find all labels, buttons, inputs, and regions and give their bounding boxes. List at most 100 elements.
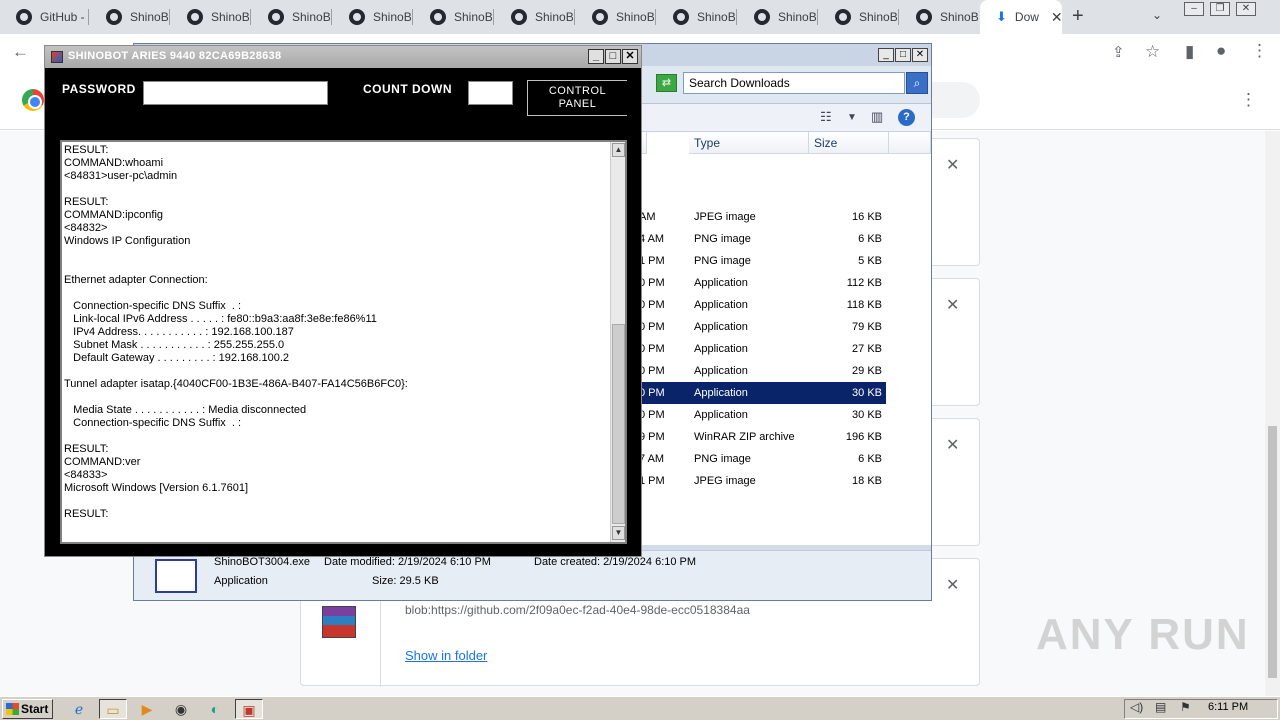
file-type: PNG image bbox=[694, 233, 751, 245]
menu-icon[interactable]: ⋮ bbox=[1251, 41, 1268, 61]
search-icon[interactable]: ⌕ bbox=[906, 72, 928, 94]
tab-search-icon[interactable]: ⌄ bbox=[1152, 8, 1162, 22]
flag-icon[interactable]: ⚑ bbox=[1180, 700, 1191, 714]
column-header-size[interactable]: Size bbox=[809, 132, 889, 154]
password-input[interactable] bbox=[143, 81, 328, 105]
tab-shinobot[interactable]: ShinoBO bbox=[900, 0, 978, 34]
scrollbar-thumb[interactable] bbox=[1268, 426, 1277, 678]
preview-pane-icon[interactable]: ▥ bbox=[871, 109, 883, 125]
github-icon bbox=[16, 9, 32, 25]
help-icon[interactable]: ? bbox=[898, 109, 915, 126]
detail-file-name: ShinoBOT3004.exe bbox=[214, 556, 311, 568]
scrollbar-thumb[interactable] bbox=[612, 324, 625, 524]
maximize-button[interactable]: □ bbox=[605, 49, 621, 64]
tab-shinobot[interactable]: ShinoBO bbox=[819, 0, 897, 34]
close-tab-icon[interactable]: ✕ bbox=[1051, 9, 1062, 26]
countdown-input[interactable] bbox=[468, 81, 513, 105]
edge-icon[interactable]: ◐ bbox=[201, 699, 229, 719]
file-size: 6 KB bbox=[858, 233, 882, 245]
new-tab-button[interactable]: + bbox=[1072, 5, 1084, 28]
command-output-console[interactable]: RESULT: COMMAND:whoami <84831>user-pc\ad… bbox=[60, 140, 627, 544]
page-scrollbar[interactable] bbox=[1265, 131, 1280, 696]
view-options-icon[interactable]: ☷ bbox=[820, 109, 832, 125]
file-date: 1 PM bbox=[639, 475, 665, 487]
share-icon[interactable]: ⇪ bbox=[1112, 43, 1125, 61]
file-size: 6 KB bbox=[858, 453, 882, 465]
console-text: RESULT: COMMAND:whoami <84831>user-pc\ad… bbox=[64, 144, 408, 520]
file-type: WinRAR ZIP archive bbox=[694, 431, 795, 443]
show-in-folder-link[interactable]: Show in folder bbox=[405, 648, 487, 663]
file-date: 0 PM bbox=[639, 409, 665, 421]
shinobot-window: SHINOBOT ARIES 9440 82CA69B28638 _ □ ✕ P… bbox=[44, 45, 642, 557]
remove-download-icon[interactable]: ✕ bbox=[946, 435, 959, 455]
remove-download-icon[interactable]: ✕ bbox=[946, 295, 959, 315]
file-type: Application bbox=[694, 277, 748, 289]
file-type: Application bbox=[694, 387, 748, 399]
winrar-file-icon bbox=[322, 606, 356, 638]
github-icon bbox=[430, 9, 446, 25]
start-button[interactable]: Start bbox=[2, 699, 53, 719]
more-options-icon[interactable]: ⋮ bbox=[1240, 90, 1257, 110]
restore-button[interactable]: ❐ bbox=[1210, 2, 1230, 16]
tab-shinobot[interactable]: ShinoBO bbox=[252, 0, 330, 34]
tab-shinobot[interactable]: ShinoBO bbox=[171, 0, 249, 34]
control-panel-button[interactable]: CONTROL PANEL bbox=[527, 80, 627, 116]
tab-shinobot[interactable]: ShinoBO bbox=[414, 0, 492, 34]
maximize-button[interactable]: □ bbox=[895, 48, 911, 62]
tab-shinobot[interactable]: ShinoBO bbox=[333, 0, 411, 34]
media-player-icon[interactable]: ▶ bbox=[133, 699, 161, 719]
back-icon[interactable]: ← bbox=[12, 42, 29, 62]
close-window-button[interactable]: ✕ bbox=[1236, 2, 1256, 16]
file-type: JPEG image bbox=[694, 211, 756, 223]
tab-shinobot[interactable]: ShinoBO bbox=[738, 0, 816, 34]
profile-icon[interactable]: ● bbox=[1216, 41, 1226, 61]
console-scrollbar[interactable]: ▲ ▼ bbox=[610, 142, 625, 542]
refresh-icon[interactable]: ⇄ bbox=[656, 74, 677, 92]
volume-icon[interactable]: ◁) bbox=[1130, 700, 1143, 714]
bookmark-star-icon[interactable]: ☆ bbox=[1145, 42, 1160, 62]
anyrun-watermark: ANY RUN bbox=[1036, 610, 1250, 659]
tab-shinobot[interactable]: ShinoBO bbox=[495, 0, 573, 34]
minimize-button[interactable]: _ bbox=[878, 48, 894, 62]
clock[interactable]: 6:11 PM bbox=[1208, 701, 1248, 713]
tab-shinobot[interactable]: ShinoBO bbox=[576, 0, 654, 34]
search-downloads-input[interactable]: Search Downloads bbox=[683, 72, 905, 94]
control-panel-label: CONTROL PANEL bbox=[548, 85, 607, 110]
chevron-down-icon[interactable]: ▼ bbox=[847, 112, 857, 123]
github-icon bbox=[673, 9, 689, 25]
explorer-icon[interactable]: ▭ bbox=[99, 699, 127, 719]
column-header-type[interactable]: Type bbox=[689, 132, 809, 154]
file-date: 0 PM bbox=[639, 387, 665, 399]
tab-shinobot[interactable]: ShinoBO bbox=[657, 0, 735, 34]
network-icon[interactable]: ▤ bbox=[1155, 700, 1166, 714]
scroll-down-icon[interactable]: ▼ bbox=[612, 526, 625, 540]
tab-github[interactable]: GitHub - bbox=[0, 0, 86, 34]
file-date: 0 PM bbox=[639, 365, 665, 377]
download-source-url[interactable]: blob:https://github.com/2f09a0ec-f2ad-40… bbox=[405, 603, 750, 617]
file-type: Application bbox=[694, 321, 748, 333]
github-icon bbox=[592, 9, 608, 25]
minimize-button[interactable]: _ bbox=[588, 49, 604, 64]
shinobot-titlebar[interactable]: SHINOBOT ARIES 9440 82CA69B28638 _ □ ✕ bbox=[45, 46, 641, 68]
desktop: GitHub - ShinoBO ShinoBO ShinoBO ShinoBO… bbox=[0, 0, 1280, 720]
remove-download-icon[interactable]: ✕ bbox=[946, 575, 959, 595]
chrome-icon[interactable]: ◉ bbox=[167, 699, 195, 719]
github-icon bbox=[268, 9, 284, 25]
minimize-button[interactable]: – bbox=[1184, 2, 1204, 16]
side-panel-icon[interactable]: ▮ bbox=[1185, 42, 1194, 62]
close-button[interactable]: ✕ bbox=[912, 48, 928, 62]
close-button[interactable]: ✕ bbox=[622, 49, 638, 64]
app-icon bbox=[51, 51, 63, 63]
tab-downloads[interactable]: ⬇ Dow ✕ bbox=[980, 0, 1062, 34]
window-title: SHINOBOT ARIES 9440 82CA69B28638 bbox=[68, 50, 282, 62]
github-icon bbox=[916, 9, 932, 25]
chrome-logo-icon bbox=[22, 89, 44, 111]
column-header-extra[interactable] bbox=[889, 132, 931, 154]
scroll-up-icon[interactable]: ▲ bbox=[612, 143, 625, 157]
tab-shinobot[interactable]: ShinoBO bbox=[90, 0, 168, 34]
file-type: Application bbox=[694, 343, 748, 355]
shinobot-taskbar-icon[interactable]: ▣ bbox=[235, 699, 263, 719]
ie-icon[interactable]: ℯ bbox=[65, 699, 93, 719]
remove-download-icon[interactable]: ✕ bbox=[946, 155, 959, 175]
file-size: 30 KB bbox=[852, 387, 882, 399]
